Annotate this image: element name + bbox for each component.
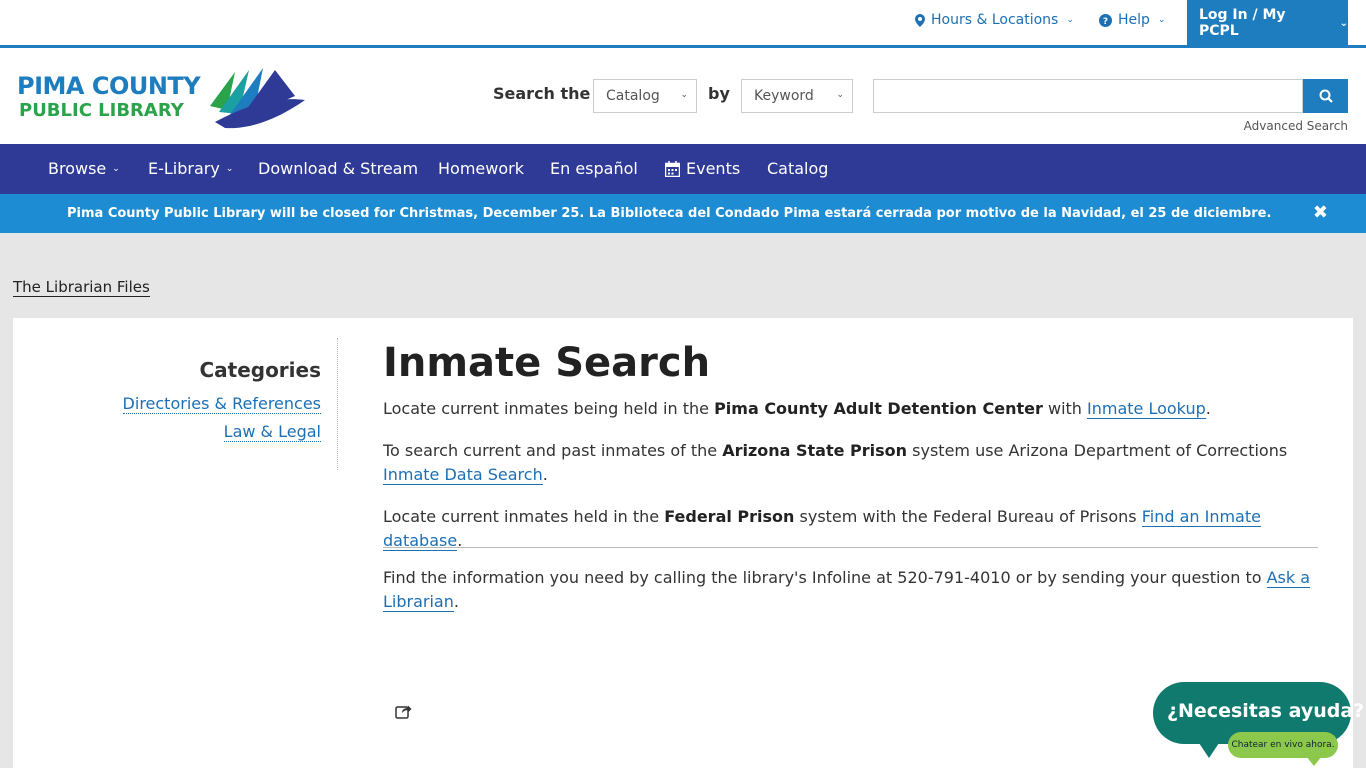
closure-alert: Pima County Public Library will be close… (0, 194, 1366, 233)
chevron-down-icon: ⌄ (1066, 15, 1074, 25)
search-type-value: Keyword (754, 88, 814, 104)
chevron-down-icon: ⌄ (112, 163, 120, 174)
nav-homework-label: Homework (438, 159, 524, 178)
by-label: by (708, 84, 730, 103)
nav-elibrary[interactable]: E-Library ⌄ (148, 159, 233, 178)
inmate-lookup-link[interactable]: Inmate Lookup (1087, 399, 1206, 419)
chat-title: ¿Necesitas ayuda? (1167, 700, 1365, 722)
nav-homework[interactable]: Homework (438, 159, 524, 178)
category-law-link[interactable]: Law & Legal (223, 422, 321, 442)
close-icon[interactable]: ✖ (1313, 202, 1328, 223)
chat-now-button[interactable]: Chatear en vivo ahora. (1228, 732, 1338, 766)
search-button[interactable] (1303, 79, 1348, 113)
page-title: Inmate Search (383, 340, 711, 386)
paragraph-arizona-state: To search current and past inmates of th… (383, 441, 1288, 485)
nav-events-label: Events (686, 159, 741, 178)
login-button[interactable]: Log In / My PCPL ⌄ (1187, 0, 1348, 46)
help-link[interactable]: ? Help ⌄ (1099, 12, 1165, 28)
advanced-search-link[interactable]: Advanced Search (1244, 119, 1348, 133)
nav-elibrary-label: E-Library (148, 159, 220, 178)
nav-espanol-label: En español (550, 159, 638, 178)
share-icon (395, 705, 412, 719)
chevron-down-icon: ⌄ (225, 163, 234, 174)
breadcrumb[interactable]: The Librarian Files (13, 278, 150, 297)
chevron-down-icon: ⌄ (680, 90, 688, 100)
nav-browse[interactable]: Browse ⌄ (48, 159, 120, 178)
inmate-data-search-link[interactable]: Inmate Data Search (383, 465, 543, 485)
category-directories-link[interactable]: Directories & References (122, 394, 321, 414)
nav-catalog-label: Catalog (767, 159, 829, 178)
logo-line2: PUBLIC LIBRARY (19, 100, 184, 121)
nav-download-stream-label: Download & Stream (258, 159, 419, 178)
hours-locations-label: Hours & Locations (931, 12, 1059, 28)
categories-title: Categories (199, 358, 321, 382)
utility-bar: Hours & Locations ⌄ ? Help ⌄ Log In / My… (0, 0, 1366, 48)
paragraph-federal-prison: Locate current inmates held in the Feder… (383, 507, 1261, 551)
content-card: Categories Directories & References Law … (13, 318, 1353, 768)
nav-download-stream[interactable]: Download & Stream (258, 159, 418, 178)
svg-text:?: ? (1103, 17, 1108, 27)
login-label: Log In / My PCPL (1199, 7, 1286, 39)
nav-catalog[interactable]: Catalog (767, 159, 828, 178)
calendar-icon (665, 160, 680, 177)
book-logo-icon (210, 68, 305, 129)
nav-browse-label: Browse (48, 159, 107, 178)
chevron-down-icon: ⌄ (1157, 15, 1166, 25)
site-header: PIMA COUNTY PUBLIC LIBRARY Search the Ca… (0, 48, 1366, 144)
question-circle-icon: ? (1099, 13, 1112, 27)
search-icon (1319, 89, 1333, 103)
chat-bubble-tail (1197, 740, 1221, 758)
search-type-select[interactable]: Keyword ⌄ (741, 79, 853, 113)
nav-espanol[interactable]: En español (550, 159, 638, 178)
map-marker-icon (915, 13, 925, 27)
paragraph-infoline: Find the information you need by calling… (383, 568, 1311, 612)
categories-sidebar: Categories Directories & References Law … (13, 338, 338, 470)
alert-text: Pima County Public Library will be close… (67, 206, 1272, 221)
logo-line1: PIMA COUNTY (17, 72, 201, 100)
chat-subtitle: Chatear en vivo ahora. (1231, 740, 1335, 750)
search-scope-select[interactable]: Catalog ⌄ (593, 79, 697, 113)
paragraph-pima-county: Locate current inmates being held in the… (383, 399, 1211, 419)
help-label: Help (1118, 12, 1150, 28)
nav-events[interactable]: Events (665, 159, 740, 178)
search-scope-value: Catalog (606, 88, 660, 104)
chat-small-tail (1306, 756, 1322, 766)
chevron-down-icon: ⌄ (1339, 17, 1348, 29)
search-the-label: Search the (493, 84, 591, 103)
search-input[interactable] (873, 79, 1303, 113)
share-button[interactable] (395, 704, 412, 723)
hours-locations-link[interactable]: Hours & Locations ⌄ (915, 12, 1074, 28)
divider (383, 547, 1318, 548)
main-nav: Browse ⌄ E-Library ⌄ Download & Stream H… (0, 144, 1366, 194)
library-logo[interactable]: PIMA COUNTY PUBLIC LIBRARY (17, 66, 305, 130)
chevron-down-icon: ⌄ (836, 90, 844, 100)
